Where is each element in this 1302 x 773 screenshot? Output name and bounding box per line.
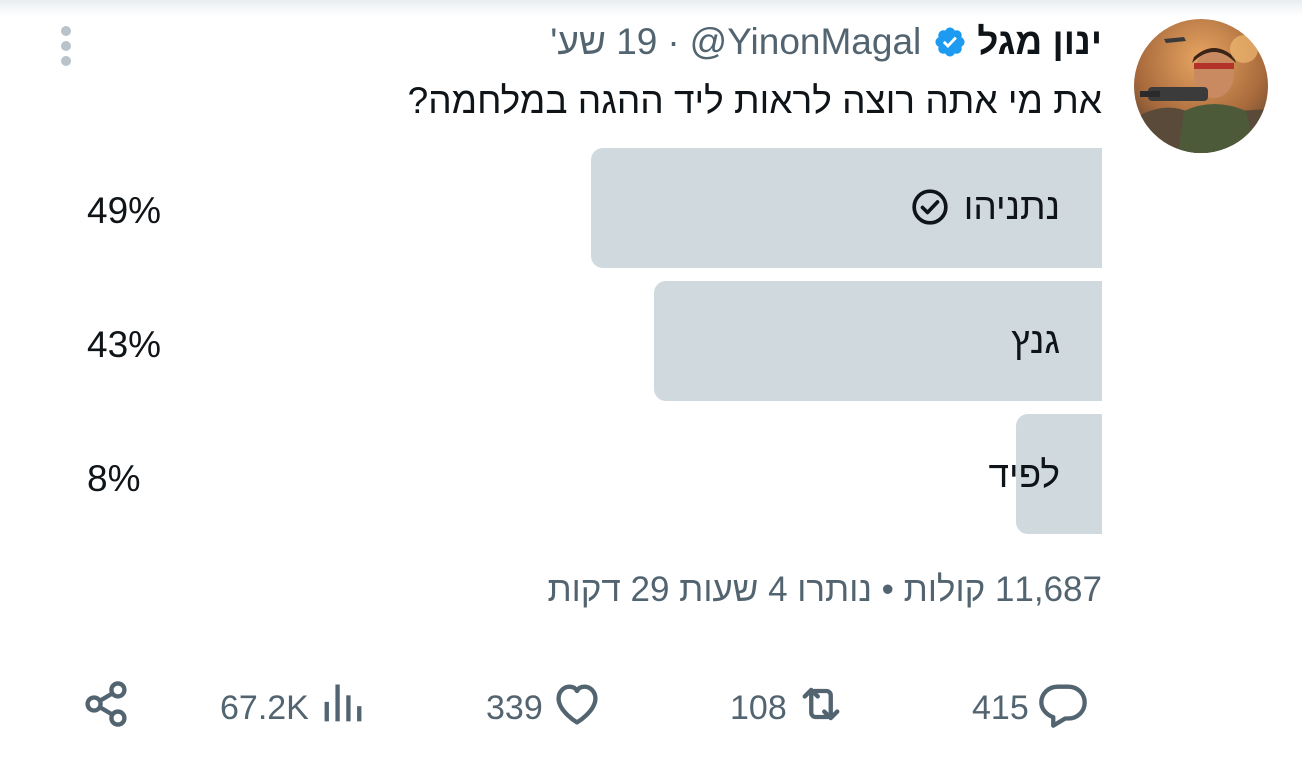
tweet-text: את מי אתה רוצה לראות ליד ההגה במלחמה? (407, 80, 1102, 121)
like-icon (551, 678, 603, 739)
author-name[interactable]: ינון מגל (977, 21, 1102, 63)
poll-option-percent: 8% (87, 458, 141, 499)
like-button[interactable]: 339 (486, 680, 603, 736)
tweet-header: ינון מגל @YinonMagal · 19 שע' (550, 21, 1102, 63)
like-count: 339 (486, 688, 543, 727)
poll-option-text: לפיד (988, 454, 1060, 495)
views-count: 67.2K (220, 688, 309, 727)
more-icon[interactable] (58, 24, 74, 68)
author-handle[interactable]: @YinonMagal (690, 21, 922, 63)
poll-option-label: גנץ (1011, 320, 1060, 362)
poll-meta: 11,687 קולות • נותרו 4 שעות 29 דקות (547, 570, 1102, 609)
share-button[interactable] (80, 680, 132, 736)
top-shadow (0, 0, 1302, 16)
poll-option-percent: 49% (87, 190, 162, 231)
avatar[interactable] (1134, 19, 1268, 153)
reply-icon (1037, 678, 1089, 739)
poll-option-text: נתניהו (963, 186, 1060, 227)
reply-count: 415 (972, 688, 1029, 727)
poll-option-text: גנץ (1011, 320, 1060, 361)
share-icon (80, 678, 132, 739)
reply-button[interactable]: 415 (972, 680, 1089, 736)
poll-option-label: לפיד (988, 454, 1060, 496)
verified-badge-icon (933, 25, 967, 59)
header-separator: · (667, 21, 680, 62)
retweet-icon (795, 678, 847, 739)
views-button[interactable]: 67.2K (220, 680, 369, 736)
views-icon (317, 678, 369, 739)
poll-option-label: נתניהו (910, 186, 1060, 228)
check-circle-icon (910, 187, 950, 227)
retweet-count: 108 (730, 688, 787, 727)
tweet-time[interactable]: 19 שע' (550, 21, 657, 63)
poll-option-percent: 43% (87, 324, 162, 365)
retweet-button[interactable]: 108 (730, 680, 847, 736)
